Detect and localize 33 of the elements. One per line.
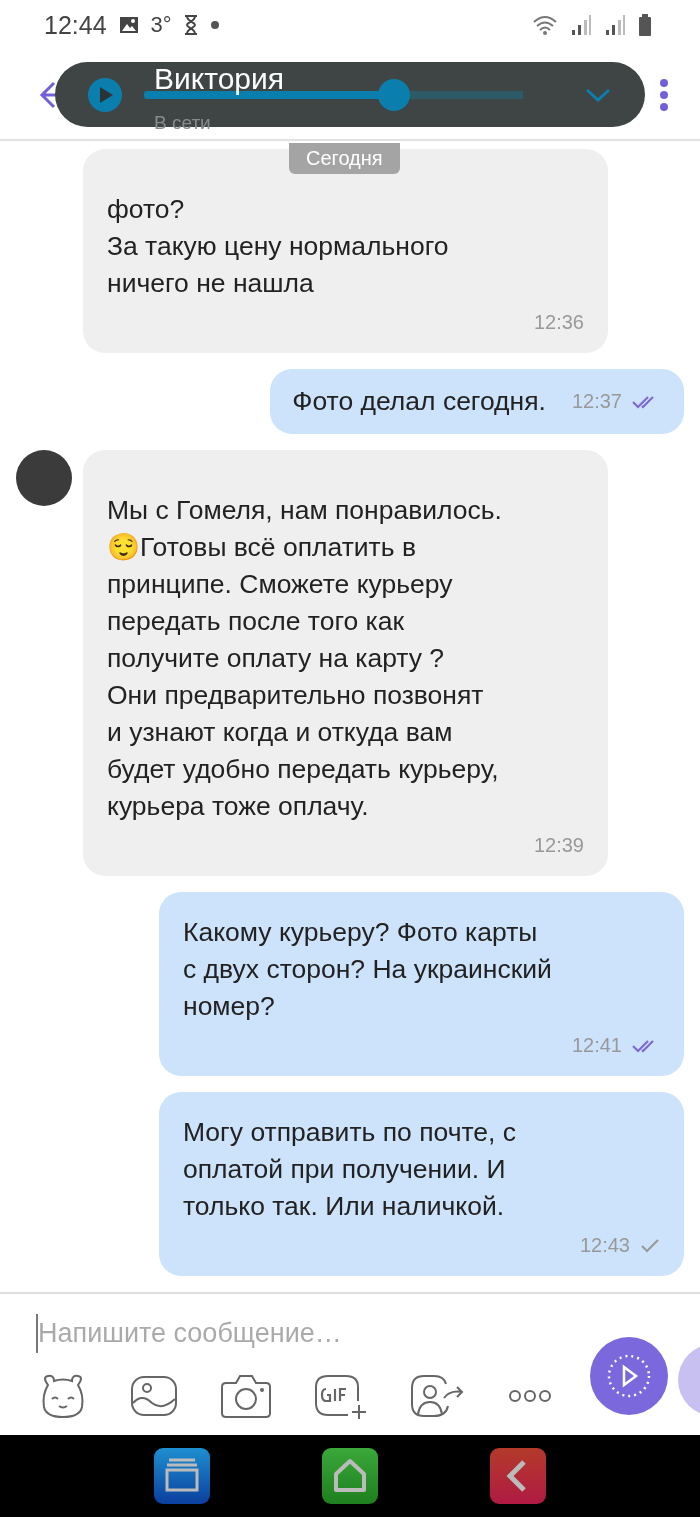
temperature: 3° [150,12,172,39]
gif-icon[interactable] [314,1373,368,1420]
wifi-icon [532,14,558,37]
video-message-button[interactable] [590,1337,668,1416]
play-button[interactable] [88,77,122,112]
signal-icon [570,14,592,37]
message-time: 12:37 [571,389,622,415]
image-icon [118,16,139,35]
back-icon[interactable] [490,1447,546,1504]
more-icon[interactable] [508,1388,552,1405]
camera-icon[interactable] [220,1373,272,1420]
recent-apps-icon[interactable] [154,1447,210,1504]
home-icon[interactable] [322,1447,378,1504]
hourglass-icon [183,15,198,36]
message-text: фото? За такую цену нормального ничего не нашла [107,193,450,301]
dot-icon [209,20,220,31]
message-time: 12:36 [533,310,584,336]
share-contact-icon[interactable] [410,1374,466,1419]
message-time: 12:41 [571,1033,622,1059]
status-time: 12:44 [44,10,107,40]
signal-icon [604,14,626,37]
message-text: Могу отправить по почте, с оплатой при получении. И только так. Или наличкой. [183,1116,517,1224]
seek-thumb[interactable] [378,78,411,111]
battery-icon [638,14,652,37]
message-text: Какому курьеру? Фото карты с двух сторон? На украинский номер? [183,916,553,1024]
message-text: Мы с Гомеля, нам понравилось. 😌Готовы всё оплатить в принципе. Сможете курьеру передать после того как получите оплату на карту ? Они предварительно позвонят и узнают когда и откуда вам будет удобно передать курьеру, курьера тоже оплачу. [107,494,503,824]
message-text: Фото делал сегодня. [292,385,546,419]
message-time: 12:39 [533,833,584,859]
contact-name[interactable]: Виктория [154,61,284,96]
message-time: 12:43 [579,1233,630,1259]
more-icon[interactable] [658,77,670,112]
date-chip: Сегодня [289,143,400,175]
image-icon[interactable] [130,1375,178,1418]
